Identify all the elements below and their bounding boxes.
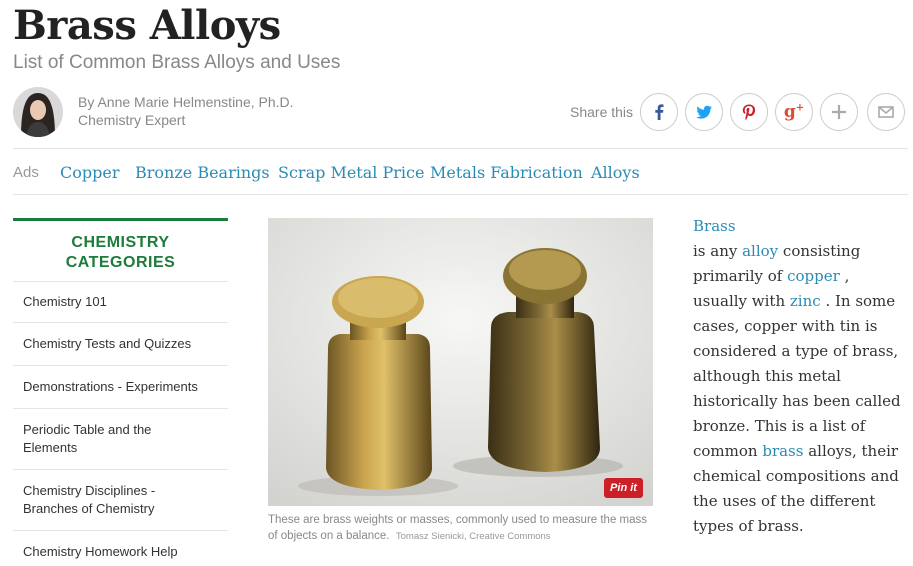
sidebar-item-periodic-table[interactable]: Periodic Table and the Elements xyxy=(13,409,228,470)
sidebar-item-tests-quizzes[interactable]: Chemistry Tests and Quizzes xyxy=(13,323,228,366)
ad-link-scrap-metal-price[interactable]: Scrap Metal Price xyxy=(278,163,424,182)
twitter-share-button[interactable] xyxy=(685,93,723,131)
sidebar-item-homework-help[interactable]: Chemistry Homework Help xyxy=(13,531,228,566)
link-brass[interactable]: Brass xyxy=(693,217,736,235)
link-alloy[interactable]: alloy xyxy=(742,242,778,260)
author-name[interactable]: By Anne Marie Helmenstine, Ph.D. xyxy=(78,93,294,111)
facebook-share-button[interactable] xyxy=(640,93,678,131)
ads-divider xyxy=(13,194,908,195)
sidebar-item-disciplines[interactable]: Chemistry Disciplines - Branches of Chem… xyxy=(13,470,228,531)
pinterest-share-button[interactable] xyxy=(730,93,768,131)
share-label: Share this xyxy=(570,104,634,120)
pinterest-icon xyxy=(742,104,756,121)
page-subtitle: List of Common Brass Alloys and Uses xyxy=(13,52,341,73)
sidebar-heading: CHEMISTRY CATEGORIES xyxy=(13,221,228,282)
email-share-button[interactable] xyxy=(867,93,905,131)
ads-label: Ads xyxy=(13,164,39,181)
photo-caption: These are brass weights or masses, commo… xyxy=(268,512,653,545)
sidebar-item-demonstrations[interactable]: Demonstrations - Experiments xyxy=(13,366,228,409)
sidebar-item-chemistry-101[interactable]: Chemistry 101 xyxy=(13,282,228,323)
ad-link-metals-fabrication[interactable]: Metals Fabrication xyxy=(430,163,583,182)
plus-icon xyxy=(832,105,846,119)
mail-icon xyxy=(878,106,894,118)
twitter-icon xyxy=(696,105,712,119)
header-divider xyxy=(13,148,908,149)
chemistry-categories-sidebar: CHEMISTRY CATEGORIES Chemistry 101 Chemi… xyxy=(13,218,228,566)
author-byline: By Anne Marie Helmenstine, Ph.D. Chemist… xyxy=(78,93,294,129)
author-role: Chemistry Expert xyxy=(78,112,186,128)
link-zinc[interactable]: zinc xyxy=(790,292,821,310)
pin-it-button[interactable]: Pin it xyxy=(604,478,643,498)
author-avatar[interactable] xyxy=(13,87,63,137)
link-brass-2[interactable]: brass xyxy=(762,442,803,460)
photo-credit: Tomasz Sienicki, Creative Commons xyxy=(395,531,551,542)
ad-link-copper[interactable]: Copper xyxy=(60,163,119,182)
article-intro: Brass is any alloy consisting primarily … xyxy=(693,217,901,535)
more-share-button[interactable] xyxy=(820,93,858,131)
google-plus-icon: g+ xyxy=(783,102,805,122)
ad-link-alloys[interactable]: Alloys xyxy=(591,163,640,182)
google-plus-share-button[interactable]: g+ xyxy=(775,93,813,131)
page-title: Brass Alloys xyxy=(13,2,281,49)
ad-link-bronze-bearings[interactable]: Bronze Bearings xyxy=(135,163,270,182)
link-copper[interactable]: copper xyxy=(787,267,840,285)
brass-weights-photo: Pin it xyxy=(268,218,653,506)
facebook-icon xyxy=(655,104,664,120)
